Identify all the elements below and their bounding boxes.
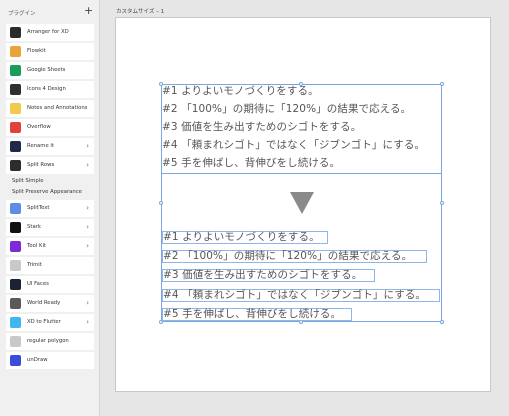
plugin-item[interactable]: World Ready › xyxy=(6,295,94,312)
submenu-item[interactable]: Split Simple xyxy=(6,176,94,187)
plugin-label: Tool Kit xyxy=(27,243,46,249)
plugin-label: SplitText xyxy=(27,205,50,211)
plugin-item[interactable]: Trimit xyxy=(6,257,94,274)
resize-handle[interactable] xyxy=(159,82,163,86)
plugin-label: Split Rows xyxy=(27,162,55,168)
resize-handle[interactable] xyxy=(299,82,303,86)
splittext-icon xyxy=(10,203,21,214)
renameit-icon xyxy=(10,141,21,152)
plugin-item[interactable]: unDraw xyxy=(6,352,94,369)
splitrows-icon xyxy=(10,160,21,171)
trimit-icon xyxy=(10,260,21,271)
plugin-label: Overflow xyxy=(27,124,51,130)
toolkit-icon xyxy=(10,241,21,252)
plugin-label: regular polygon xyxy=(27,338,69,344)
chevron-right-icon[interactable]: › xyxy=(86,242,89,250)
plugin-label: Trimit xyxy=(27,262,42,268)
resize-handle[interactable] xyxy=(440,82,444,86)
plugin-item[interactable]: XD to Flutter › xyxy=(6,314,94,331)
chevron-right-icon[interactable]: › xyxy=(86,318,89,326)
resize-handle[interactable] xyxy=(440,201,444,205)
panel-title: プラグイン xyxy=(8,11,36,17)
chevron-right-icon[interactable]: › xyxy=(86,142,89,150)
add-plugin-button[interactable]: + xyxy=(84,5,93,16)
plugin-label: Icons 4 Design xyxy=(27,86,66,92)
plugin-item[interactable]: Split Rows › xyxy=(6,157,94,174)
icons4design-icon xyxy=(10,84,21,95)
plugin-label: World Ready xyxy=(27,300,61,306)
split-line-1: #1 よりよいモノづくりをする。 xyxy=(163,231,320,243)
plugin-item[interactable]: regular polygon xyxy=(6,333,94,350)
plugin-label: Notes and Annotations xyxy=(27,105,88,111)
plugin-label: Flowkit xyxy=(27,48,46,54)
sheets-icon xyxy=(10,65,21,76)
plugin-item[interactable]: Rename it › xyxy=(6,138,94,155)
artboard-label[interactable]: カスタムサイズ – 1 xyxy=(116,7,164,15)
plugin-label: Rename it xyxy=(27,143,54,149)
overflow-icon xyxy=(10,122,21,133)
undraw-icon xyxy=(10,355,21,366)
plugin-item[interactable]: Arranger for XD xyxy=(6,24,94,41)
submenu-item[interactable]: Split Preserve Appearance xyxy=(6,187,94,198)
uifaces-icon xyxy=(10,279,21,290)
chevron-right-icon[interactable]: › xyxy=(86,223,89,231)
flutter-icon xyxy=(10,317,21,328)
plugin-label: unDraw xyxy=(27,357,48,363)
chevron-right-icon[interactable]: › xyxy=(86,299,89,307)
plugin-item[interactable]: Tool Kit › xyxy=(6,238,94,255)
plugin-item[interactable]: Icons 4 Design xyxy=(6,81,94,98)
notes-icon xyxy=(10,103,21,114)
plugin-item[interactable]: Notes and Annotations xyxy=(6,100,94,117)
plugin-item[interactable]: Overflow xyxy=(6,119,94,136)
plugin-item[interactable]: UI Faces xyxy=(6,276,94,293)
resize-handle[interactable] xyxy=(440,320,444,324)
plugin-label: XD to Flutter xyxy=(27,319,61,325)
polygon-icon xyxy=(10,336,21,347)
arranger-icon xyxy=(10,27,21,38)
plugin-item[interactable]: Google Sheets xyxy=(6,62,94,79)
stark-icon xyxy=(10,222,21,233)
down-arrow-icon xyxy=(290,192,314,214)
split-line-5: #5 手を伸ばし、背伸びをし続ける。 xyxy=(163,308,342,320)
flowkit-icon xyxy=(10,46,21,57)
split-line-3: #3 価値を生み出すためのシゴトをする。 xyxy=(163,269,363,281)
plugin-label: Arranger for XD xyxy=(27,29,69,35)
chevron-right-icon[interactable]: › xyxy=(86,204,89,212)
split-line-2: #2 「100%」の期待に「120%」の結果で応える。 xyxy=(163,250,413,262)
split-line-4: #4 「頼まれシゴト」ではなく「ジブンゴト」にする。 xyxy=(163,289,427,301)
plugin-label: UI Faces xyxy=(27,281,49,287)
worldready-icon xyxy=(10,298,21,309)
plugin-item[interactable]: Stark › xyxy=(6,219,94,236)
chevron-right-icon[interactable]: › xyxy=(86,161,89,169)
plugin-label: Google Sheets xyxy=(27,67,66,73)
plugins-panel-header: プラグイン + xyxy=(0,0,100,24)
plugins-panel: プラグイン + Arranger for XD Flowkit Google She… xyxy=(0,0,100,416)
plugin-item[interactable]: SplitText › xyxy=(6,200,94,217)
plugin-label: Stark xyxy=(27,224,41,230)
plugin-item[interactable]: Flowkit xyxy=(6,43,94,60)
plugin-list: Arranger for XD Flowkit Google Sheets Icons… xyxy=(6,24,94,371)
resize-handle[interactable] xyxy=(159,201,163,205)
